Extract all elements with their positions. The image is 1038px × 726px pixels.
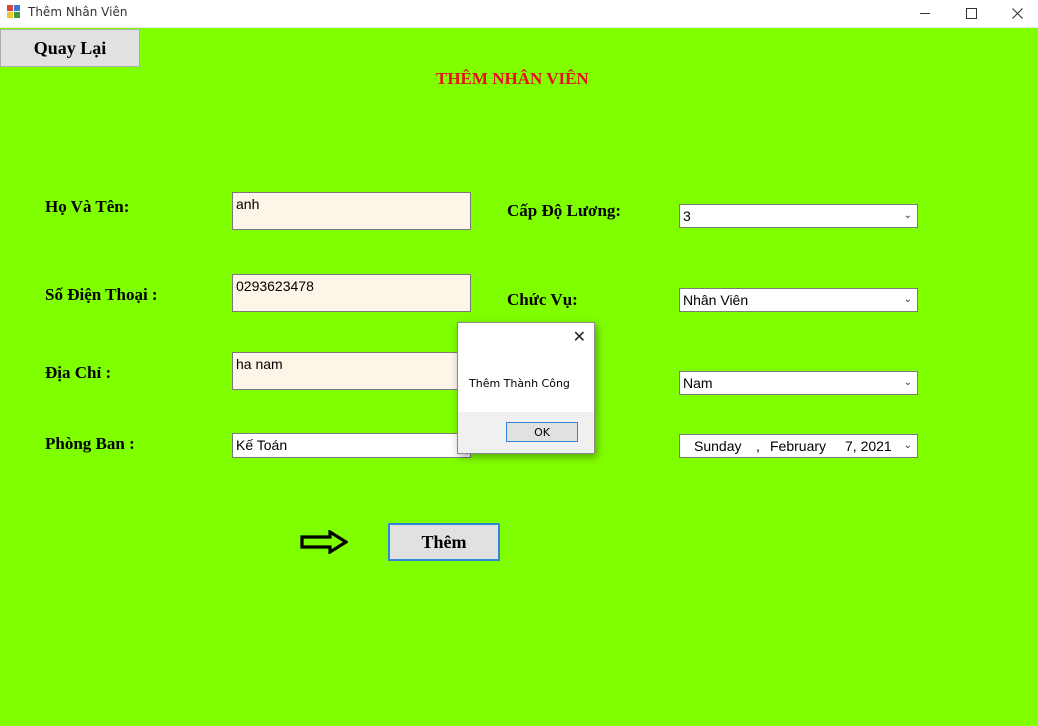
maximize-button[interactable] <box>948 0 994 27</box>
app-icon <box>7 5 21 19</box>
phone-label: Số Điện Thoại : <box>45 285 158 304</box>
chevron-down-icon: ⌄ <box>903 440 912 451</box>
dialog-footer: OK <box>458 412 594 453</box>
title-bar: Thêm Nhân Viên <box>0 0 1038 28</box>
chevron-down-icon: ⌄ <box>903 210 912 221</box>
date-weekday: Sunday <box>694 438 742 454</box>
ok-button[interactable]: OK <box>506 422 578 442</box>
date-separator: , <box>756 438 760 454</box>
gender-value: Nam <box>683 375 713 391</box>
dialog-close-icon[interactable]: ✕ <box>573 327 586 347</box>
minimize-button[interactable] <box>902 0 948 27</box>
department-label: Phòng Ban : <box>45 434 135 453</box>
gender-select[interactable]: Nam ⌄ <box>679 371 918 395</box>
salary-level-select[interactable]: 3 ⌄ <box>679 204 918 228</box>
phone-input[interactable]: 0293623478 <box>232 274 471 312</box>
minimize-icon <box>920 13 930 14</box>
date-month: February <box>770 438 827 454</box>
department-input[interactable]: Kế Toán <box>232 433 471 458</box>
name-label: Họ Và Tên: <box>45 197 130 216</box>
maximize-icon <box>965 8 977 19</box>
back-button[interactable]: Quay Lại <box>0 29 140 67</box>
position-select[interactable]: Nhân Viên ⌄ <box>679 288 918 312</box>
address-input[interactable]: ha nam <box>232 352 471 390</box>
close-icon <box>1011 8 1023 19</box>
dialog-message: Thêm Thành Công <box>469 377 570 390</box>
message-dialog: ✕ Thêm Thành Công OK <box>457 322 595 454</box>
add-button[interactable]: Thêm <box>388 523 500 561</box>
position-label: Chức Vụ: <box>507 290 578 309</box>
name-input[interactable]: anh <box>232 192 471 230</box>
chevron-down-icon: ⌄ <box>903 294 912 305</box>
address-label: Địa Chỉ : <box>45 363 112 382</box>
salary-level-value: 3 <box>683 208 691 224</box>
window-title: Thêm Nhân Viên <box>28 5 128 19</box>
date-picker[interactable]: Sunday , February 7, 2021 ⌄ <box>679 434 918 458</box>
date-day-year: 7, 2021 <box>845 438 892 454</box>
salary-level-label: Cấp Độ Lương: <box>507 201 622 220</box>
arrow-right-icon <box>300 530 348 554</box>
close-button[interactable] <box>994 0 1038 27</box>
page-title: THÊM NHÂN VIÊN <box>436 69 589 88</box>
chevron-down-icon: ⌄ <box>903 377 912 388</box>
position-value: Nhân Viên <box>683 292 749 308</box>
